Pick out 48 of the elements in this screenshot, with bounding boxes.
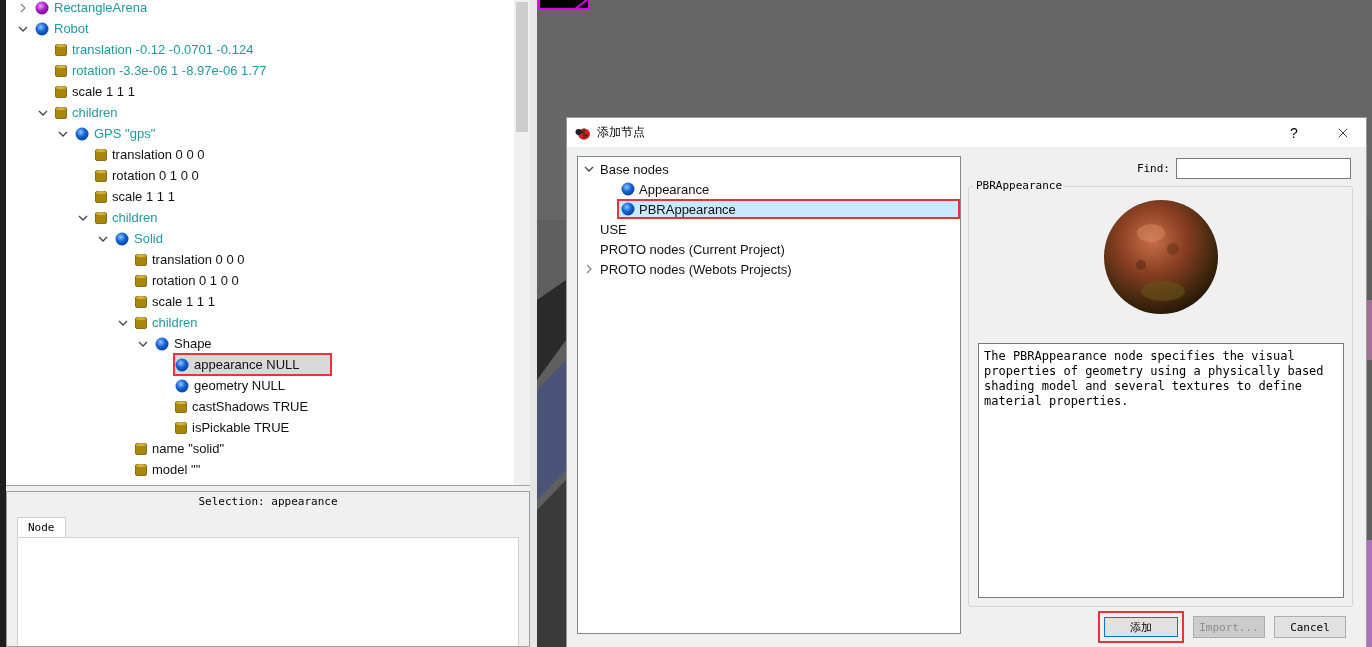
- tree-item[interactable]: RectangleArena: [33, 0, 180, 19]
- tree-item[interactable]: isPickable TRUE: [173, 416, 322, 439]
- tree-item[interactable]: rotation 0 1 0 0: [93, 164, 231, 187]
- tree-item[interactable]: scale 1 1 1: [53, 80, 167, 103]
- sphere-icon: [75, 126, 89, 141]
- cylinder-icon: [55, 85, 67, 98]
- cylinder-icon: [175, 421, 187, 434]
- tree-item[interactable]: children: [93, 206, 190, 229]
- tree-item[interactable]: appearance NULL: [173, 353, 332, 376]
- tree-item[interactable]: scale 1 1 1: [93, 185, 207, 208]
- cylinder-icon: [135, 253, 147, 266]
- tree-item[interactable]: rotation -3.3e-06 1 -8.97e-06 1.77: [53, 59, 299, 82]
- tree-item[interactable]: translation 0 0 0: [133, 248, 277, 271]
- tree-item[interactable]: scale 1 1 1: [133, 290, 247, 313]
- cylinder-icon: [95, 190, 107, 203]
- tree-item[interactable]: castShadows TRUE: [173, 395, 341, 418]
- tree-item[interactable]: translation 0 0 0: [93, 143, 237, 166]
- tree-item[interactable]: rotation 0 1 0 0: [133, 269, 271, 292]
- cylinder-icon: [55, 106, 67, 119]
- selection-label: Selection: appearance: [197, 494, 339, 510]
- cylinder-icon: [95, 169, 107, 182]
- tree-item[interactable]: name "solid": [133, 437, 257, 460]
- tree-item[interactable]: Robot: [33, 17, 121, 40]
- cylinder-icon: [135, 295, 147, 308]
- cylinder-icon: [95, 211, 107, 224]
- sphere-icon: [115, 231, 129, 246]
- sphere-icon: [155, 336, 169, 351]
- sphere-icon: [35, 21, 49, 36]
- tree-item[interactable]: Shape: [153, 332, 244, 355]
- tree-item[interactable]: geometry NULL: [173, 374, 318, 397]
- tree-item[interactable]: translation -0.12 -0.0701 -0.124: [53, 38, 286, 61]
- cylinder-icon: [55, 43, 67, 56]
- cylinder-icon: [95, 148, 107, 161]
- tree-item[interactable]: model "": [133, 458, 233, 481]
- cylinder-icon: [55, 64, 67, 77]
- sphere-icon: [35, 0, 49, 15]
- cylinder-icon: [135, 316, 147, 329]
- cylinder-icon: [135, 463, 147, 476]
- tab[interactable]: Node: [17, 517, 66, 537]
- cylinder-icon: [135, 442, 147, 455]
- tree-item[interactable]: children: [133, 311, 230, 334]
- scrollbar[interactable]: [514, 0, 530, 485]
- sphere-icon: [175, 357, 189, 372]
- sphere-icon: [175, 378, 189, 393]
- cylinder-icon: [135, 274, 147, 287]
- cylinder-icon: [175, 400, 187, 413]
- tree-item[interactable]: GPS "gps": [73, 122, 188, 145]
- tree-item[interactable]: children: [53, 101, 150, 124]
